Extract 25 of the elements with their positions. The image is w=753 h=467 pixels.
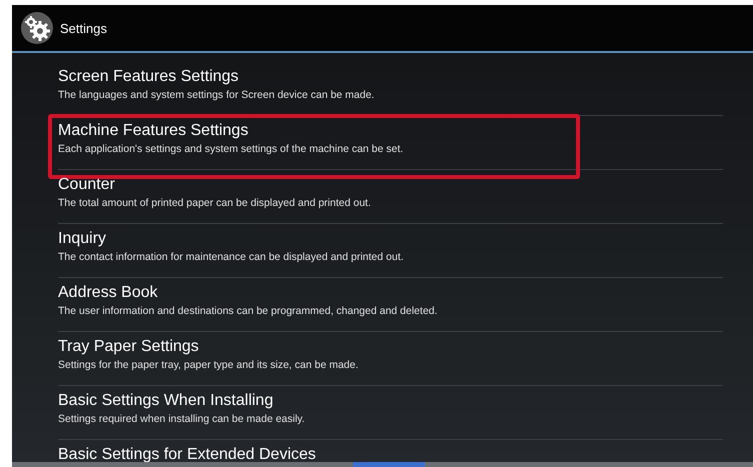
item-title: Basic Settings When Installing bbox=[58, 391, 274, 411]
item-description: The languages and system settings for Screen device can be made. bbox=[58, 88, 374, 103]
item-description: The contact information for maintenance can be displayed and printed out. bbox=[58, 250, 404, 265]
item-title: Counter bbox=[58, 175, 115, 195]
item-title: Screen Features Settings bbox=[58, 67, 239, 87]
settings-item[interactable]: Screen Features Settings The languages and system settings for Screen device can be made. bbox=[58, 62, 723, 116]
item-title: Basic Settings for Extended Devices bbox=[58, 445, 316, 465]
item-description: Each application's settings and system settings of the machine can be set. bbox=[58, 142, 404, 157]
settings-item[interactable]: Basic Settings When Installing Settings required when installing can be made easily. bbox=[58, 386, 723, 440]
header-title: Settings bbox=[60, 20, 107, 36]
settings-item[interactable]: Address Book The user information and destinations can be programmed, changed and deleted. bbox=[58, 278, 723, 332]
settings-item[interactable]: Inquiry The contact information for maintenance can be displayed and printed out. bbox=[58, 224, 723, 278]
item-title: Inquiry bbox=[58, 229, 106, 249]
item-title: Machine Features Settings bbox=[58, 121, 248, 141]
item-description: Settings for the paper tray, paper type and its size, can be made. bbox=[58, 358, 358, 373]
item-description: The total amount of printed paper can be displayed and printed out. bbox=[58, 196, 371, 211]
page-indicator bbox=[353, 462, 425, 467]
gears-icon bbox=[20, 11, 54, 45]
item-title: Address Book bbox=[58, 283, 158, 303]
settings-item[interactable]: Tray Paper Settings Settings for the paper tray, paper type and its size, can be made. bbox=[58, 332, 723, 386]
settings-item[interactable]: Machine Features Settings Each application's settings and system settings of the machine can be set. bbox=[58, 116, 723, 170]
item-title: Tray Paper Settings bbox=[58, 337, 199, 357]
item-description: Settings required when installing can be made easily. bbox=[58, 412, 305, 427]
item-description: The user information and destinations can be programmed, changed and deleted. bbox=[58, 304, 438, 319]
settings-item[interactable]: Counter The total amount of printed paper can be displayed and printed out. bbox=[58, 170, 723, 224]
